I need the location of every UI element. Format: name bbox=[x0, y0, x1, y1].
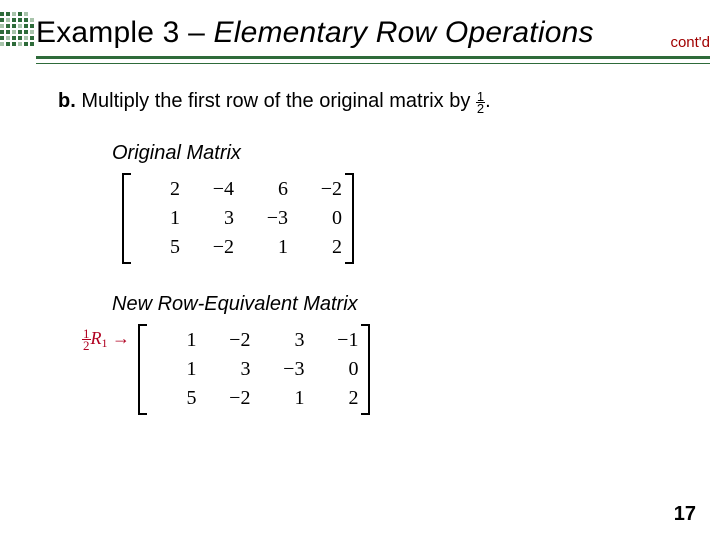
cell: 1 bbox=[254, 384, 308, 413]
table-row: 13−30 bbox=[130, 204, 346, 233]
cell: 1 bbox=[146, 355, 200, 384]
table-row: 5−212 bbox=[130, 233, 346, 262]
slide-title: Example 3 – Elementary Row Operations bbox=[36, 16, 594, 49]
frac-denominator: 2 bbox=[476, 103, 485, 114]
fraction-one-half: 12 bbox=[476, 91, 485, 114]
title-plain: Example 3 – bbox=[36, 16, 214, 49]
cell: 3 bbox=[254, 326, 308, 355]
cell: 0 bbox=[292, 204, 346, 233]
title-italic: Elementary Row Operations bbox=[214, 16, 594, 49]
cell: 1 bbox=[146, 326, 200, 355]
cell: 2 bbox=[130, 175, 184, 204]
item-label: b. bbox=[58, 90, 76, 112]
cell: 2 bbox=[292, 233, 346, 262]
cell: 5 bbox=[146, 384, 200, 413]
cell: 0 bbox=[308, 355, 362, 384]
cell: −2 bbox=[184, 233, 238, 262]
new-matrix-heading: New Row-Equivalent Matrix bbox=[112, 293, 680, 316]
bracket-right-icon bbox=[345, 173, 354, 264]
corner-logo bbox=[0, 12, 34, 46]
cell: −2 bbox=[200, 384, 254, 413]
page-number: 17 bbox=[674, 503, 696, 526]
cell: 1 bbox=[238, 233, 292, 262]
cell: −2 bbox=[292, 175, 346, 204]
contd-label: cont'd bbox=[670, 34, 710, 51]
table-row: 2−46−2 bbox=[130, 175, 346, 204]
bracket-right-icon bbox=[361, 324, 370, 415]
arrow-icon: → bbox=[112, 328, 130, 348]
frac-denominator: 2 bbox=[82, 340, 91, 351]
instruction-before: Multiply the first row of the original m… bbox=[76, 90, 476, 112]
bracket-left-icon bbox=[138, 324, 147, 415]
cell: 2 bbox=[308, 384, 362, 413]
original-matrix-heading: Original Matrix bbox=[112, 142, 680, 165]
cell: 6 bbox=[238, 175, 292, 204]
row-operation-label: 12R1 → bbox=[82, 328, 130, 351]
table-row: 5−212 bbox=[146, 384, 362, 413]
cell: −2 bbox=[200, 326, 254, 355]
cell: −4 bbox=[184, 175, 238, 204]
title-underline bbox=[36, 56, 710, 64]
new-matrix: 1−23−1 13−30 5−212 bbox=[138, 324, 370, 415]
cell: 1 bbox=[130, 204, 184, 233]
op-var: R bbox=[91, 328, 102, 348]
cell: −1 bbox=[308, 326, 362, 355]
instruction-after: . bbox=[485, 90, 491, 112]
cell: 3 bbox=[200, 355, 254, 384]
table-row: 13−30 bbox=[146, 355, 362, 384]
cell: −3 bbox=[238, 204, 292, 233]
op-sub: 1 bbox=[102, 336, 108, 350]
bracket-left-icon bbox=[122, 173, 131, 264]
original-matrix: 2−46−2 13−30 5−212 bbox=[122, 173, 354, 264]
cell: −3 bbox=[254, 355, 308, 384]
cell: 3 bbox=[184, 204, 238, 233]
table-row: 1−23−1 bbox=[146, 326, 362, 355]
instruction-text: b. Multiply the first row of the origina… bbox=[58, 90, 680, 114]
cell: 5 bbox=[130, 233, 184, 262]
